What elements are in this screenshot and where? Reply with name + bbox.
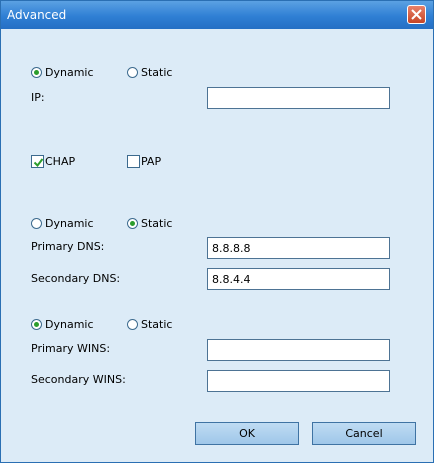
ip-static-label: Static [141, 66, 173, 79]
wins-static-label: Static [141, 318, 173, 331]
secondary-wins-input[interactable] [207, 370, 390, 392]
primary-wins-input[interactable] [207, 339, 390, 361]
radio-circle [127, 67, 138, 78]
checkbox-box [31, 155, 44, 168]
cancel-button[interactable]: Cancel [312, 422, 416, 445]
primary-dns-label: Primary DNS: [31, 240, 105, 253]
radio-selected-dot [34, 70, 39, 75]
secondary-dns-input[interactable] [207, 268, 390, 290]
close-icon [411, 9, 422, 20]
ok-button[interactable]: OK [195, 422, 299, 445]
radio-circle [31, 218, 42, 229]
radio-circle [127, 218, 138, 229]
radio-circle [31, 319, 42, 330]
window-title: Advanced [7, 8, 67, 22]
checkmark-icon [33, 158, 44, 168]
chap-label: CHAP [45, 155, 76, 168]
secondary-dns-label: Secondary DNS: [31, 272, 121, 285]
pap-label: PAP [141, 155, 162, 168]
dns-static-label: Static [141, 217, 173, 230]
wins-dynamic-label: Dynamic [45, 318, 94, 331]
radio-circle [31, 67, 42, 78]
secondary-wins-label: Secondary WINS: [31, 373, 126, 386]
checkbox-box [127, 155, 140, 168]
close-button[interactable] [407, 5, 426, 24]
dns-dynamic-label: Dynamic [45, 217, 94, 230]
dialog-body: Dynamic Static IP: CHAP PAP Dynamic Stat… [1, 29, 433, 462]
radio-circle [127, 319, 138, 330]
ip-label: IP: [31, 91, 45, 104]
radio-selected-dot [130, 221, 135, 226]
ip-dynamic-label: Dynamic [45, 66, 94, 79]
radio-selected-dot [34, 322, 39, 327]
title-bar[interactable]: Advanced [1, 1, 433, 29]
primary-wins-label: Primary WINS: [31, 342, 111, 355]
ip-input[interactable] [207, 87, 390, 109]
primary-dns-input[interactable] [207, 237, 390, 259]
advanced-dialog: Advanced Dynamic Static IP: CHAP PAP Dyn… [0, 0, 434, 463]
